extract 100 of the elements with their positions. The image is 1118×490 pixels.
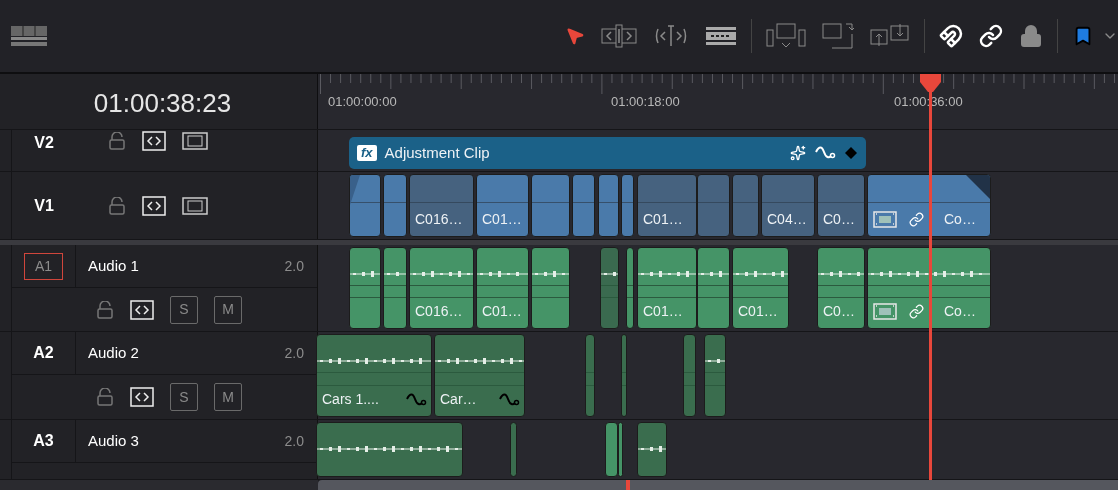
clip-name: C01… (643, 302, 683, 321)
video-clip[interactable] (531, 174, 570, 237)
film-icon (873, 211, 897, 228)
keyframe-icon (844, 146, 858, 160)
video-clip[interactable] (349, 174, 381, 237)
audio-clip[interactable]: Cars 1.... (316, 334, 432, 417)
track-label: V1 (34, 195, 54, 216)
clip-name: Co… (944, 210, 976, 229)
mute-button[interactable]: M (214, 295, 242, 324)
solo-button[interactable]: S (170, 295, 198, 324)
channel-format: 2.0 (284, 256, 304, 276)
video-clip[interactable] (621, 174, 634, 237)
audio-clip[interactable] (349, 247, 381, 329)
video-clip[interactable]: C01… (637, 174, 697, 237)
audio-clip[interactable] (704, 334, 726, 417)
audio-clip[interactable]: C01… (732, 247, 789, 329)
auto-select-icon[interactable] (130, 387, 154, 407)
ruler-label: 01:00:18:00 (611, 93, 680, 111)
audio-clip[interactable] (697, 247, 730, 329)
mute-button[interactable]: M (214, 383, 242, 411)
video-clip[interactable]: C01… (476, 174, 529, 237)
audio-clip[interactable] (618, 422, 623, 477)
audio-clip[interactable]: C0… (817, 247, 865, 329)
channel-format: 2.0 (284, 343, 304, 363)
link-icon (909, 212, 924, 227)
video-clip[interactable]: C04… (761, 174, 815, 237)
lock-icon[interactable] (96, 300, 114, 319)
channel-format: 2.0 (284, 431, 304, 451)
curve-icon (498, 392, 520, 407)
track-label: V2 (34, 133, 54, 153)
waveform-drawing (410, 268, 473, 280)
audio-clip[interactable] (600, 247, 619, 329)
waveform-drawing (477, 268, 528, 280)
video-clip[interactable] (697, 174, 730, 237)
film-icon[interactable] (182, 131, 208, 151)
clip-name: Car… (440, 390, 477, 409)
audio-clip[interactable]: C016… (409, 247, 474, 329)
track-name: Audio 2 (88, 342, 140, 363)
auto-select-icon[interactable] (142, 131, 166, 151)
auto-select-icon[interactable] (142, 195, 166, 216)
video-clip[interactable] (598, 174, 619, 237)
film-icon[interactable] (182, 195, 208, 216)
audio-clip[interactable]: C01… (476, 247, 529, 329)
video-clip[interactable]: C0… (817, 174, 865, 237)
clip-name: C0… (823, 302, 855, 321)
audio-clip[interactable] (683, 334, 696, 417)
track-label[interactable]: A3 (33, 429, 54, 453)
curve-icon (814, 146, 836, 160)
clip-name: C01… (482, 302, 522, 321)
adjustment-clip[interactable]: fx Adjustment Clip (349, 137, 866, 169)
layout-icon[interactable] (10, 25, 48, 47)
video-clip[interactable]: Co… (867, 174, 991, 237)
audio-clip[interactable] (316, 422, 463, 477)
clip-name: C016… (415, 302, 463, 321)
video-clip[interactable] (732, 174, 759, 237)
audio-clip[interactable] (585, 334, 595, 417)
timecode: 01:00:38:23 (92, 87, 232, 120)
audio-clip[interactable]: Car… (434, 334, 525, 417)
film-icon (873, 303, 897, 320)
track-label[interactable]: A1 (23, 252, 64, 280)
track-name: Audio 3 (88, 430, 140, 451)
audio-clip[interactable]: Co… (867, 247, 991, 329)
audio-clip[interactable] (510, 422, 517, 477)
audio-clip[interactable] (531, 247, 570, 329)
audio-clip[interactable] (605, 422, 618, 477)
clip-name: C01… (738, 302, 778, 321)
sparkles-icon (790, 145, 806, 161)
audio-clip[interactable]: C01… (637, 247, 697, 329)
link-icon (909, 304, 924, 319)
waveform-drawing (638, 268, 696, 280)
auto-select-icon[interactable] (130, 299, 154, 320)
audio-clip[interactable] (626, 247, 634, 329)
track-label[interactable]: A2 (33, 341, 54, 365)
clip-name: C04… (767, 210, 807, 229)
video-clip[interactable] (383, 174, 407, 237)
scroll-position-marker (626, 480, 630, 490)
video-clip[interactable] (572, 174, 595, 237)
clip-name: Cars 1.... (322, 390, 379, 409)
track-name: Audio 1 (88, 255, 140, 276)
waveform-drawing (638, 443, 666, 455)
clip-name: Adjustment Clip (384, 142, 490, 163)
lock-icon[interactable] (96, 388, 114, 406)
corner-icon (966, 175, 990, 199)
waveform-drawing (698, 268, 729, 280)
clip-name: C01… (643, 210, 683, 229)
lock-icon[interactable] (108, 132, 126, 150)
fx-icon: fx (357, 145, 377, 161)
audio-clip[interactable] (637, 422, 667, 477)
solo-button[interactable]: S (170, 383, 198, 411)
waveform-drawing (532, 268, 569, 280)
scrollbar[interactable] (318, 480, 1118, 490)
ruler-label: 01:00:00:00 (328, 93, 397, 111)
clip-name: Co… (944, 302, 976, 321)
waveform-drawing (818, 268, 864, 280)
fade-handle-icon (350, 175, 360, 205)
audio-clip[interactable] (383, 247, 407, 329)
audio-clip[interactable] (621, 334, 627, 417)
waveform-drawing (350, 268, 380, 280)
video-clip[interactable]: C016… (409, 174, 474, 237)
lock-icon[interactable] (108, 196, 126, 215)
